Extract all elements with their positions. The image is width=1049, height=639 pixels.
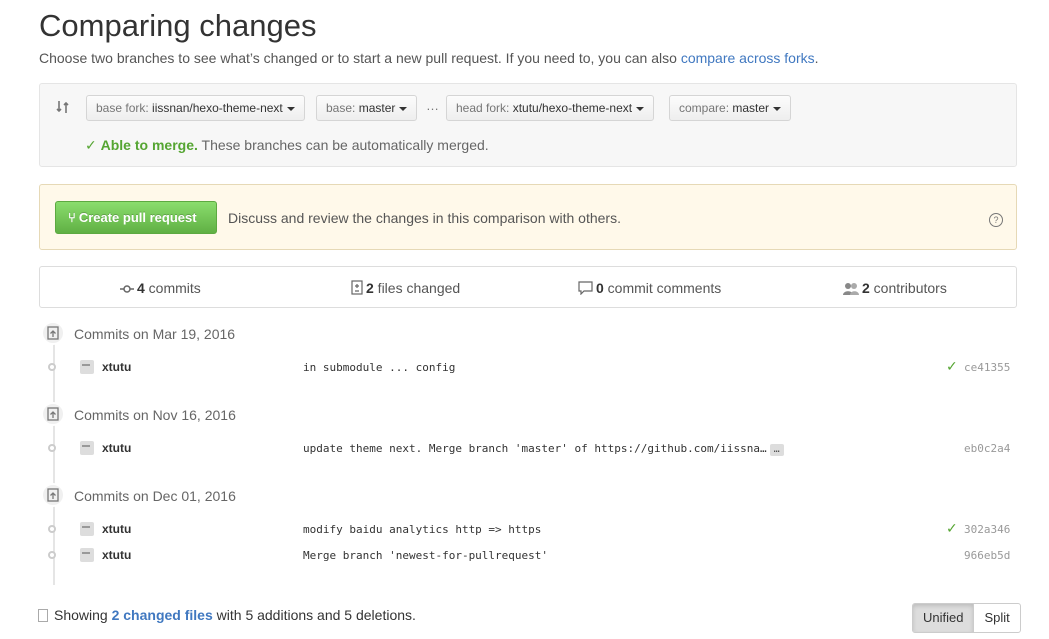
git-pull-request-icon: ⑂ (68, 210, 76, 225)
commits-tab[interactable]: 4 commits (120, 280, 201, 296)
git-compare-icon[interactable] (55, 99, 71, 115)
merge-status-label: Able to merge. (100, 137, 198, 153)
chevron-down-icon (636, 106, 645, 111)
merge-status-message: These branches can be automatically merg… (197, 137, 489, 153)
showing-text: Showing (54, 607, 112, 623)
commits-timeline (53, 340, 55, 585)
chevron-down-icon (773, 106, 782, 111)
chevron-down-icon (399, 106, 408, 111)
commit-author[interactable]: xtutu (102, 548, 131, 562)
split-view-button[interactable]: Split (974, 604, 1019, 632)
contributors-label: contributors (869, 280, 947, 296)
head-fork-value: xtutu/hexo-theme-next (512, 101, 633, 115)
verified-check-icon[interactable]: ✓ (946, 358, 958, 375)
deletions-count: 5 deletions (344, 607, 413, 623)
comparison-stats: 4 commits 2 files changed 0 commit comme… (39, 266, 1017, 308)
lead-end: . (814, 50, 819, 66)
create-pull-request-label: Create pull request (78, 210, 197, 225)
compare-branch-label: compare: (679, 101, 733, 115)
compare-across-forks-link[interactable]: compare across forks (681, 50, 815, 66)
contributors-count: 2 (862, 280, 870, 296)
unified-view-button[interactable]: Unified (913, 604, 975, 632)
files-count: 2 (366, 280, 374, 296)
commit-message[interactable]: modify baidu analytics http => https (303, 523, 541, 536)
range-separator: … (426, 98, 439, 113)
page-title: Comparing changes (39, 8, 317, 43)
pull-request-banner: ⑂ Create pull request Discuss and review … (39, 184, 1017, 250)
check-icon: ✓ (85, 137, 97, 153)
commit-comments-tab[interactable]: 0 commit comments (578, 280, 721, 296)
base-branch-label: base: (326, 101, 359, 115)
commit-message[interactable]: in submodule ... config (303, 361, 455, 374)
comment-icon (578, 281, 593, 296)
avatar[interactable] (80, 522, 94, 536)
chevron-down-icon (286, 106, 295, 111)
avatar[interactable] (80, 441, 94, 455)
additions-count: 5 additions (245, 607, 314, 623)
comments-count: 0 (596, 280, 604, 296)
range-editor: base fork: iissnan/hexo-theme-next base:… (39, 83, 1017, 167)
and-text: and (313, 607, 345, 623)
commit-dot-icon (48, 525, 56, 533)
organization-icon (843, 283, 859, 295)
verified-check-icon[interactable]: ✓ (946, 520, 958, 537)
with-text: with (212, 607, 246, 623)
commit-group-date: Commits on Nov 16, 2016 (74, 407, 236, 423)
help-icon[interactable]: ? (989, 213, 1003, 227)
commit-dot-icon (48, 444, 56, 452)
commit-group-date: Commits on Mar 19, 2016 (74, 326, 236, 342)
compare-branch-select[interactable]: compare: master (669, 95, 792, 121)
commits-label: commits (144, 280, 201, 296)
merge-status: ✓ Able to merge. These branches can be a… (85, 137, 489, 154)
end-text: . (412, 607, 416, 623)
base-fork-value: iissnan/hexo-theme-next (152, 101, 283, 115)
changed-files-link[interactable]: 2 changed files (112, 607, 213, 623)
commit-author[interactable]: xtutu (102, 441, 131, 455)
commit-author[interactable]: xtutu (102, 522, 131, 536)
page-lead: Choose two branches to see what’s change… (39, 50, 819, 66)
commit-message[interactable]: Merge branch 'newest-for-pullrequest' (303, 549, 548, 562)
commit-message-row: update theme next. Merge branch 'master'… (303, 442, 784, 456)
commit-group-date: Commits on Dec 01, 2016 (74, 488, 236, 504)
repo-push-icon (41, 483, 65, 507)
base-branch-value: master (358, 101, 396, 115)
compare-branch-value: master (732, 101, 770, 115)
files-label: files changed (373, 280, 461, 296)
repo-push-icon (41, 402, 65, 426)
repo-push-icon (41, 321, 65, 345)
base-branch-select[interactable]: base: master (316, 95, 418, 121)
commit-dot-icon (48, 363, 56, 371)
expand-message-button[interactable]: … (769, 444, 784, 456)
commit-message[interactable]: update theme next. Merge branch 'master'… (303, 442, 767, 455)
commits-count: 4 (137, 280, 145, 296)
commit-dot-icon (48, 551, 56, 559)
base-fork-label: base fork: (96, 101, 153, 115)
head-fork-label: head fork: (456, 101, 513, 115)
pull-request-description: Discuss and review the changes in this c… (228, 210, 621, 226)
diff-view-toggle: Unified Split (912, 603, 1021, 633)
commit-sha[interactable]: eb0c2a4 (964, 442, 1010, 455)
create-pull-request-button[interactable]: ⑂ Create pull request (55, 201, 217, 234)
diff-summary: Showing 2 changed files with 5 additions… (38, 607, 416, 623)
commit-sha[interactable]: 302a346 (964, 523, 1010, 536)
file-icon (38, 609, 48, 622)
contributors-tab[interactable]: 2 contributors (843, 280, 947, 296)
lead-text: Choose two branches to see what’s change… (39, 50, 681, 66)
commit-author[interactable]: xtutu (102, 360, 131, 374)
base-fork-select[interactable]: base fork: iissnan/hexo-theme-next (86, 95, 305, 121)
avatar[interactable] (80, 360, 94, 374)
commit-icon (120, 285, 134, 293)
file-diff-icon (351, 280, 363, 295)
commit-sha[interactable]: ce41355 (964, 361, 1010, 374)
avatar[interactable] (80, 548, 94, 562)
comments-label: commit comments (603, 280, 722, 296)
files-changed-tab[interactable]: 2 files changed (351, 280, 460, 296)
head-fork-select[interactable]: head fork: xtutu/hexo-theme-next (446, 95, 655, 121)
commit-sha[interactable]: 966eb5d (964, 549, 1010, 562)
